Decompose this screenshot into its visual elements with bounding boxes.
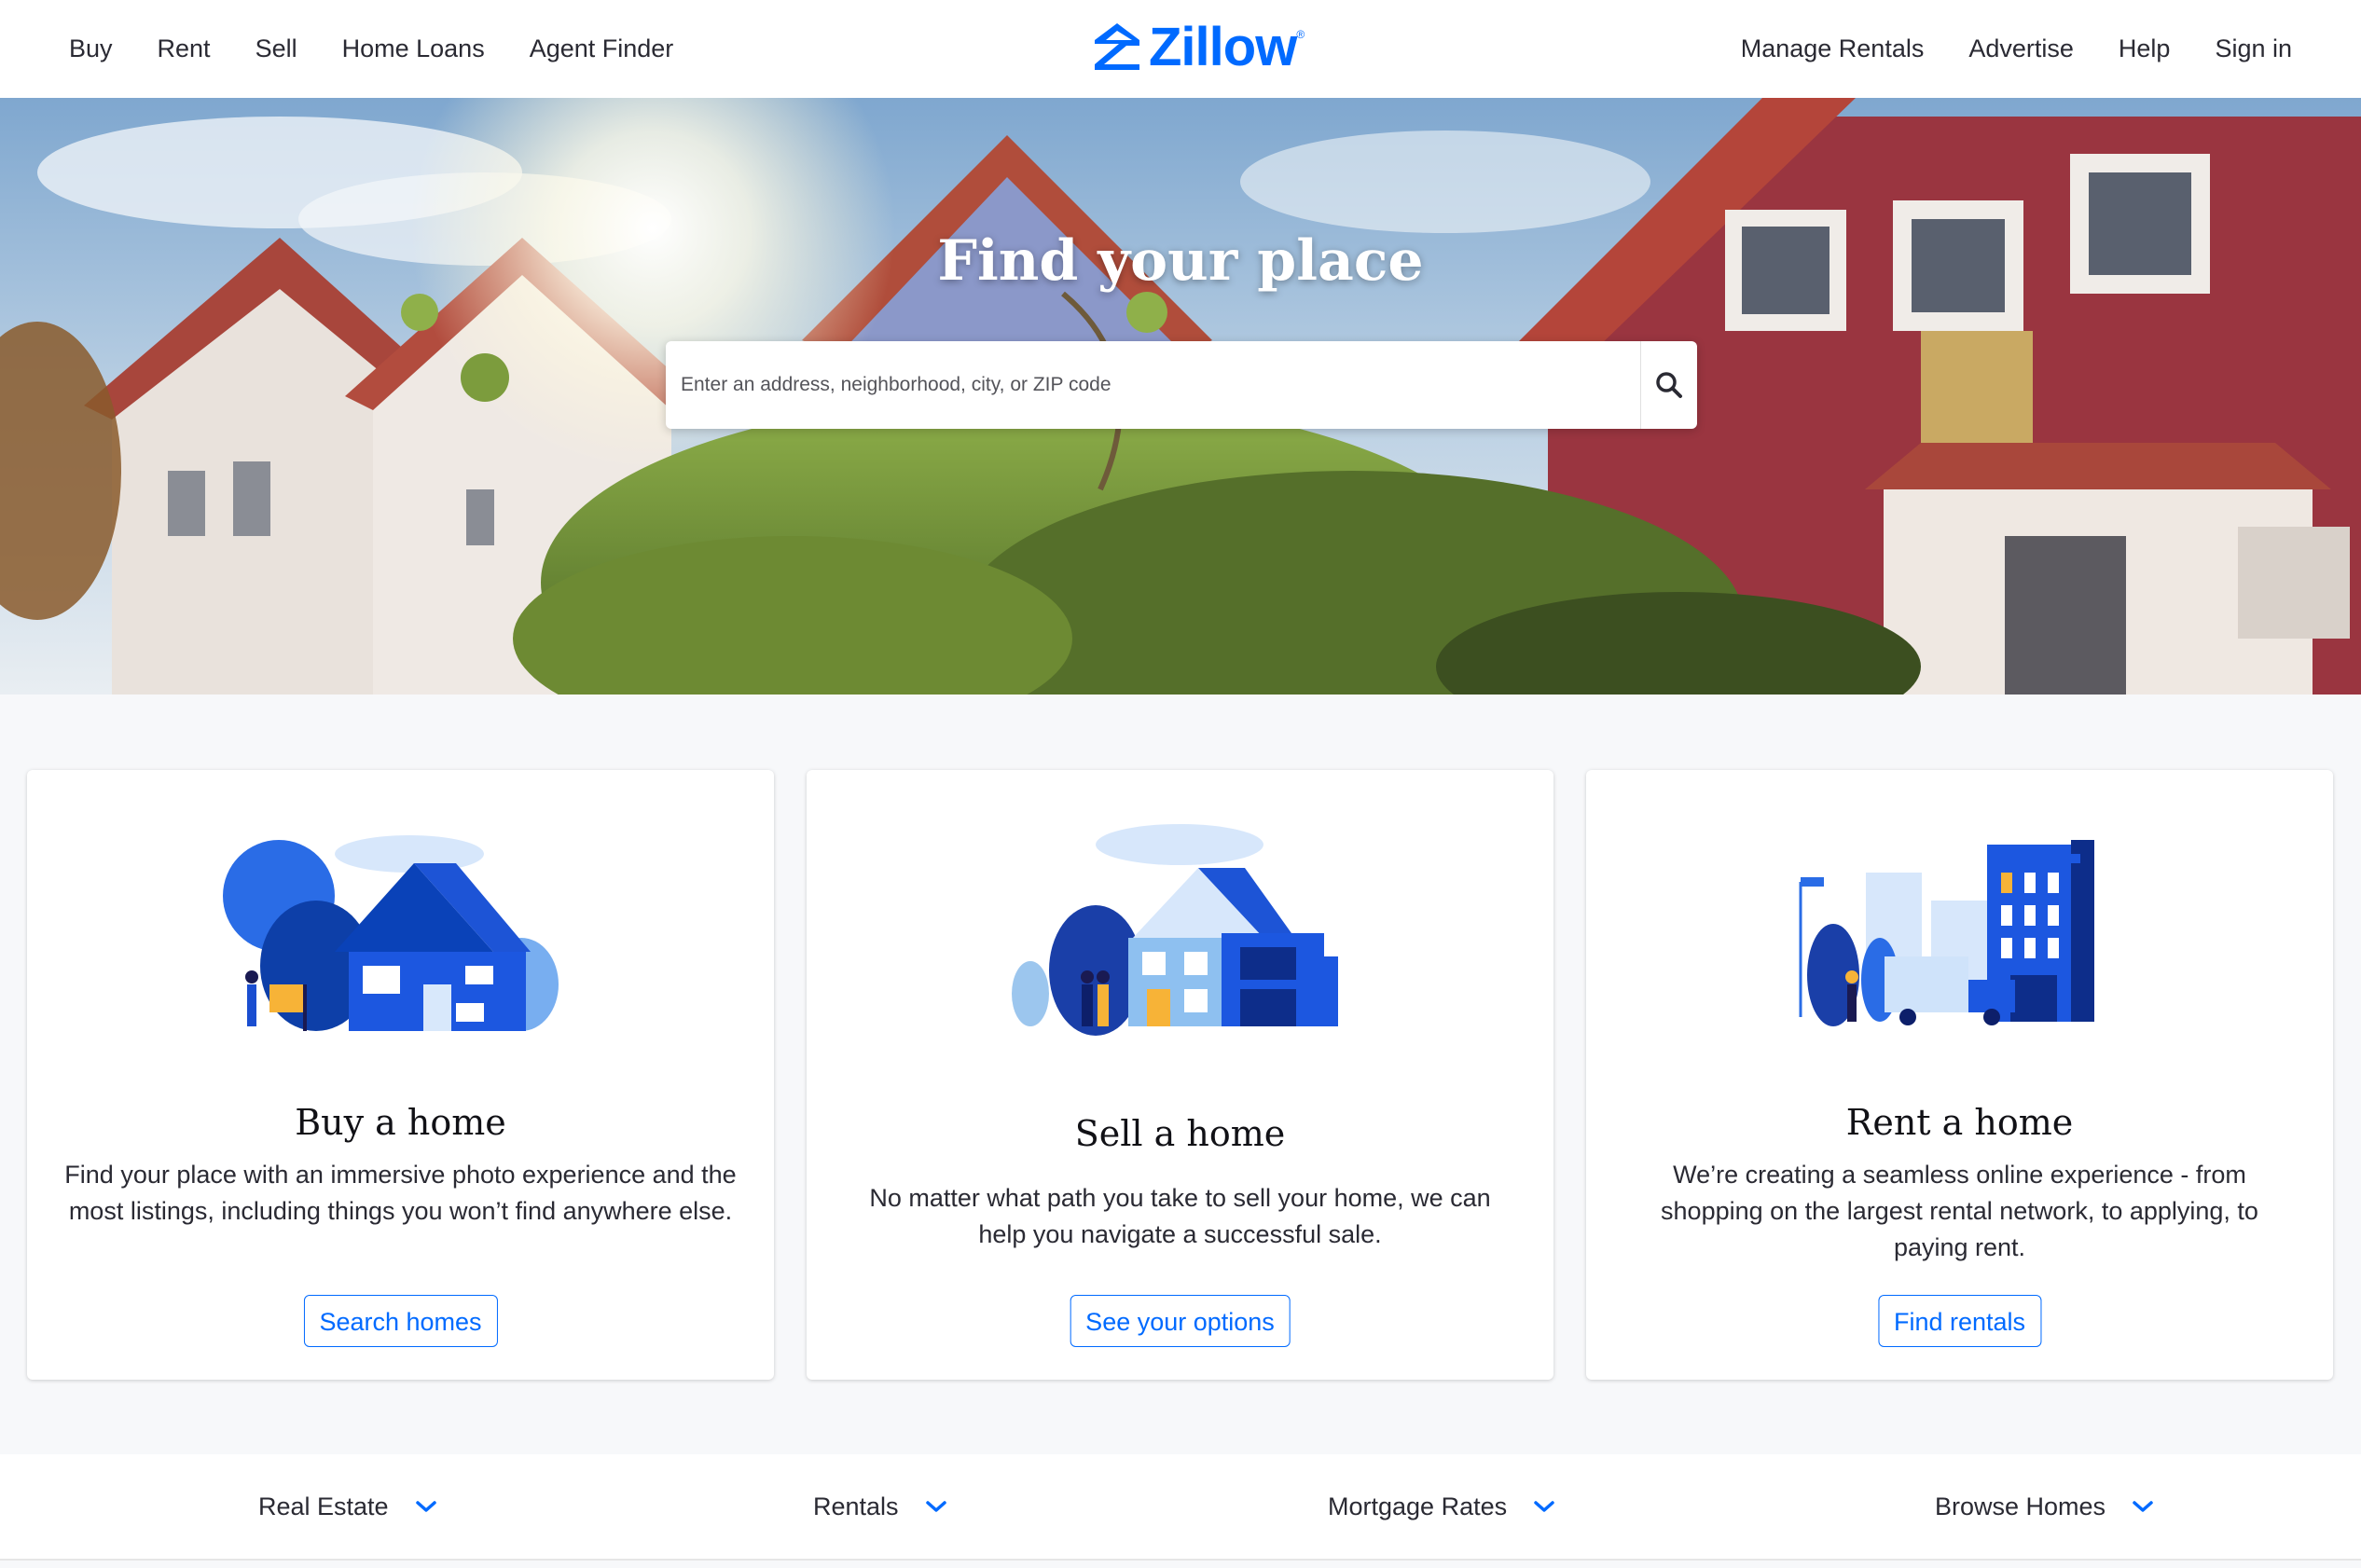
- search-homes-button[interactable]: Search homes: [303, 1295, 498, 1347]
- search-icon: [1656, 372, 1682, 398]
- card-title: Sell a home: [1074, 1113, 1286, 1154]
- dropdown-rentals[interactable]: Rentals: [813, 1454, 947, 1559]
- dropdown-label: Mortgage Rates: [1328, 1492, 1508, 1520]
- find-rentals-button[interactable]: Find rentals: [1877, 1295, 2042, 1347]
- rent-home-card: Rent a home We’re creating a seamless on…: [1586, 770, 2333, 1380]
- nav-advertise[interactable]: Advertise: [1968, 34, 2074, 63]
- cards-section: Buy a home Find your place with an immer…: [27, 770, 2334, 1380]
- search-input[interactable]: [666, 341, 1640, 429]
- search-bar: [666, 341, 1697, 429]
- footer-links-bar: Real Estate Rentals Mortgage Rates Brows…: [0, 1454, 2361, 1561]
- nav-right: Manage Rentals Advertise Help Sign in: [1696, 0, 2292, 98]
- logo-wordmark: Zillow: [1149, 16, 1297, 77]
- nav-agent-finder[interactable]: Agent Finder: [530, 34, 674, 63]
- rent-home-illustration: [1799, 840, 2094, 1026]
- nav-buy[interactable]: Buy: [69, 34, 113, 63]
- chevron-down-icon: [925, 1501, 946, 1512]
- dropdown-browse-homes[interactable]: Browse Homes: [1935, 1454, 2154, 1559]
- nav-sign-in[interactable]: Sign in: [2215, 34, 2292, 63]
- zillow-logo-icon: [1095, 23, 1139, 70]
- chevron-down-icon: [2133, 1501, 2153, 1512]
- chevron-down-icon: [415, 1501, 436, 1512]
- nav-sell[interactable]: Sell: [255, 34, 297, 63]
- dropdown-label: Real Estate: [258, 1492, 389, 1520]
- card-title: Rent a home: [1845, 1102, 2074, 1143]
- registered-mark: ®: [1296, 28, 1305, 41]
- buy-home-card: Buy a home Find your place with an immer…: [27, 770, 774, 1380]
- dropdown-label: Rentals: [813, 1492, 899, 1520]
- card-description: No matter what path you take to sell you…: [869, 1184, 1491, 1248]
- nav-manage-rentals[interactable]: Manage Rentals: [1741, 34, 1925, 63]
- nav-left: Buy Rent Sell Home Loans Agent Finder: [69, 0, 718, 98]
- hero-banner: Find your place: [0, 98, 2361, 695]
- nav-help[interactable]: Help: [2119, 34, 2171, 63]
- search-button[interactable]: [1640, 341, 1697, 429]
- sell-home-card: Sell a home No matter what path you take…: [807, 770, 1553, 1380]
- hero-title: Find your place: [937, 228, 1424, 294]
- card-description: We’re creating a seamless online experie…: [1661, 1161, 2258, 1261]
- nav-rent[interactable]: Rent: [158, 34, 211, 63]
- dropdown-label: Browse Homes: [1935, 1492, 2106, 1520]
- sell-home-illustration: [1012, 824, 1338, 1036]
- chevron-down-icon: [1534, 1501, 1554, 1512]
- card-description: Find your place with an immersive photo …: [64, 1161, 737, 1225]
- dropdown-mortgage-rates[interactable]: Mortgage Rates: [1328, 1454, 1555, 1559]
- nav-home-loans[interactable]: Home Loans: [342, 34, 485, 63]
- see-your-options-button[interactable]: See your options: [1070, 1295, 1291, 1347]
- buy-home-illustration: [223, 835, 559, 1031]
- zillow-logo[interactable]: Zillow ®: [1093, 16, 1305, 77]
- top-navigation: Buy Rent Sell Home Loans Agent Finder Zi…: [0, 0, 2361, 99]
- dropdown-real-estate[interactable]: Real Estate: [258, 1454, 437, 1559]
- card-title: Buy a home: [295, 1102, 506, 1143]
